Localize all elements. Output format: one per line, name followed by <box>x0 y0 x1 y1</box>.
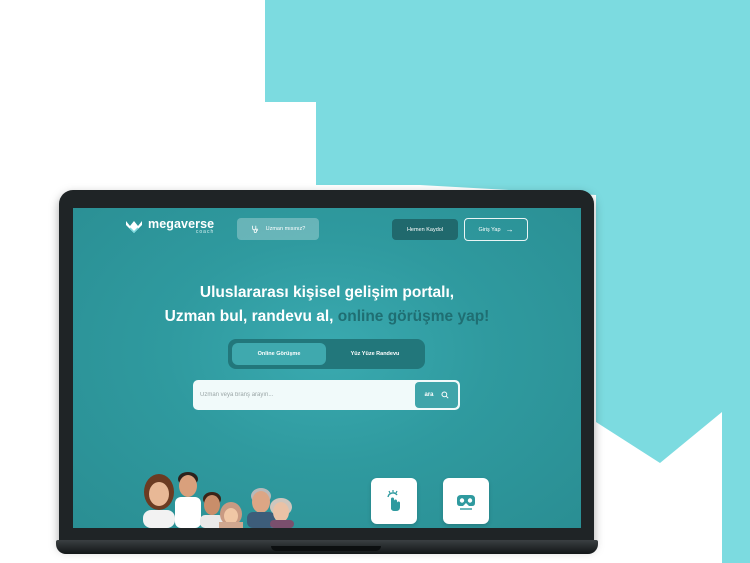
search-icon <box>440 391 449 399</box>
expert-button[interactable]: Uzman mısınız? <box>237 218 319 240</box>
register-button-label: Hemen Kaydol <box>406 226 444 233</box>
stethoscope-icon <box>251 225 258 233</box>
login-button[interactable]: Giriş Yap → <box>464 218 528 241</box>
search-input[interactable] <box>200 389 400 401</box>
hero-title-line1: Uluslararası kişisel gelişim portalı, <box>199 284 455 301</box>
hand-touch-icon <box>387 490 400 511</box>
login-button-label: Giriş Yap <box>478 226 501 233</box>
logo[interactable]: megaverse coach <box>124 218 214 235</box>
people-photo <box>143 472 294 528</box>
vr-headset-icon <box>457 495 475 510</box>
hero-title-highlight: online görüşme yap! <box>337 308 490 325</box>
register-button[interactable]: Hemen Kaydol <box>392 219 458 240</box>
hero-title-line2: Uzman bul, randevu al, online görüşme ya… <box>73 308 581 326</box>
meeting-type-tabs: Online Görüşme Yüz Yüze Randevu <box>228 339 425 369</box>
arrow-right-icon: → <box>505 225 514 234</box>
hero-title-line2-prefix: Uzman bul, randevu al, <box>164 308 334 325</box>
vr-feature-card[interactable] <box>443 478 489 524</box>
search-button-label: ara <box>424 392 434 398</box>
expert-button-label: Uzman mısınız? <box>265 226 306 232</box>
logo-mark-icon <box>126 221 142 234</box>
laptop-notch <box>271 546 381 551</box>
laptop-screen: megaverse coach Uzman mısınız? Hemen Kay… <box>73 208 581 528</box>
logo-text: megaverse coach <box>148 218 214 235</box>
search-bar: ara <box>193 380 460 410</box>
search-button[interactable]: ara <box>415 382 458 408</box>
tab-face-to-face[interactable]: Yüz Yüze Randevu <box>330 343 420 365</box>
touch-feature-card[interactable] <box>371 478 417 524</box>
top-nav: megaverse coach Uzman mısınız? Hemen Kay… <box>73 208 581 252</box>
tab-online-meeting[interactable]: Online Görüşme <box>232 343 326 365</box>
